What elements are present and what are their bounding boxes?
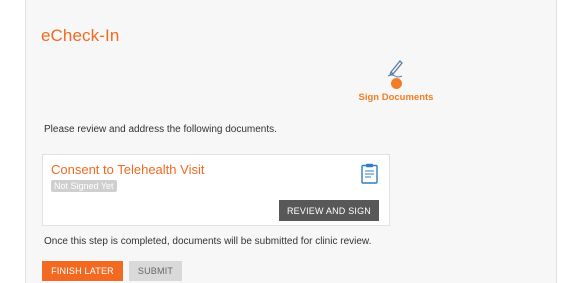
review-and-sign-button[interactable]: REVIEW AND SIGN — [279, 200, 379, 221]
step-indicator: Sign Documents — [351, 56, 441, 103]
submission-note: Once this step is completed, documents w… — [44, 236, 372, 247]
document-title[interactable]: Consent to Telehealth Visit — [51, 162, 204, 177]
echeckin-panel: eCheck-In Sign Documents Please review a… — [25, 0, 557, 283]
pen-icon — [387, 60, 403, 78]
status-badge: Not Signed Yet — [51, 180, 117, 192]
submit-button[interactable]: SUBMIT — [129, 261, 182, 281]
step-status-dot — [390, 78, 402, 89]
action-buttons: FINISH LATER SUBMIT — [42, 261, 182, 281]
instructions-text: Please review and address the following … — [44, 124, 277, 135]
finish-later-button[interactable]: FINISH LATER — [42, 261, 123, 281]
document-card: Consent to Telehealth Visit Not Signed Y… — [42, 154, 390, 226]
clipboard-icon — [361, 163, 378, 184]
step-label: Sign Documents — [358, 92, 434, 103]
app-title: eCheck-In — [41, 26, 120, 45]
